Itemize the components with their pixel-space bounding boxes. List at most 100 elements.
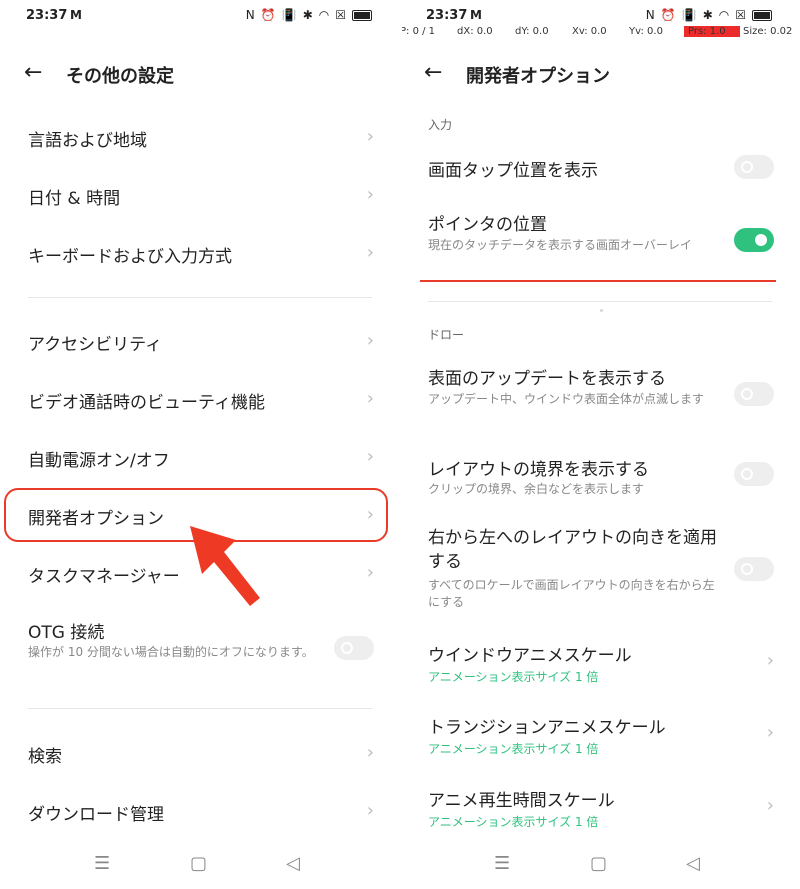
- page-header: ← その他の設定: [0, 56, 400, 92]
- toggle-knob: [741, 388, 753, 400]
- settings-item-accessibility[interactable]: アクセシビリティ ›: [0, 330, 400, 355]
- sim-icon: ☒: [335, 8, 346, 22]
- animator-duration-value: アニメーション表示サイズ 1 倍: [428, 815, 599, 829]
- settings-item-date-time[interactable]: 日付 & 時間 ›: [0, 184, 400, 209]
- otg-toggle[interactable]: [334, 636, 374, 660]
- status-bar: 23:37 M N ⏰ 📳 ✱ ◠ ☒: [26, 8, 372, 28]
- chevron-right-icon[interactable]: ›: [767, 795, 774, 816]
- pointer-yv: Yv: 0.0: [629, 26, 663, 37]
- chevron-right-icon: ›: [366, 562, 374, 583]
- pointer-location-overlay: P: 0 / 1 dX: 0.0 dY: 0.0 Xv: 0.0 Yv: 0.0…: [400, 26, 800, 40]
- settings-item-label: ダウンロード管理: [28, 805, 164, 825]
- app-logo-icon: M: [70, 8, 82, 22]
- surface-updates-description: アップデート中、ウインドウ表面全体が点滅します: [428, 392, 705, 406]
- status-time: 23:37: [26, 8, 68, 23]
- pointer-pressure: Prs: 1.0: [684, 26, 740, 37]
- layout-bounds-description: クリップの境界、余白などを表示します: [428, 482, 645, 496]
- show-taps-label: 画面タップ位置を表示: [428, 161, 598, 181]
- section-divider: [28, 708, 372, 709]
- page-title: その他の設定: [66, 66, 174, 87]
- pointer-location-description: 現在のタッチデータを表示する画面オーバーレイ: [428, 238, 692, 252]
- app-logo-icon: M: [470, 8, 482, 22]
- pointer-dx: dX: 0.0: [457, 26, 493, 37]
- settings-item-keyboard[interactable]: キーボードおよび入力方式 ›: [0, 242, 400, 267]
- settings-item-downloads[interactable]: ダウンロード管理 ›: [0, 800, 400, 825]
- navigation-bar: ☰ ▢ ◁: [0, 853, 400, 877]
- window-animation-value: アニメーション表示サイズ 1 倍: [428, 670, 599, 684]
- scroll-indicator: [600, 309, 603, 312]
- status-time: 23:37: [426, 8, 468, 23]
- toggle-knob: [341, 642, 353, 654]
- layout-bounds-toggle[interactable]: [734, 462, 774, 486]
- screen-separator: [398, 0, 402, 889]
- animator-duration-label: アニメ再生時間スケール: [428, 791, 615, 811]
- rtl-layout-description: すべてのロケールで画面レイアウトの向きを右から左にする: [428, 578, 715, 609]
- toggle-knob: [741, 161, 753, 173]
- layout-bounds-label: レイアウトの境界を表示する: [428, 460, 649, 480]
- pointer-location-label: ポインタの位置: [428, 215, 547, 235]
- settings-item-label: OTG 接続: [28, 623, 105, 643]
- battery-icon: [752, 9, 772, 21]
- pointer-dy: dY: 0.0: [515, 26, 549, 37]
- wifi-icon: ◠: [318, 8, 330, 22]
- surface-updates-toggle[interactable]: [734, 382, 774, 406]
- back-icon[interactable]: ◁: [686, 853, 700, 874]
- pointer-xv: Xv: 0.0: [572, 26, 607, 37]
- settings-item-label: 言語および地域: [28, 131, 147, 151]
- battery-icon: [352, 9, 372, 21]
- settings-item-search[interactable]: 検索 ›: [0, 742, 400, 767]
- transition-animation-label: トランジションアニメスケール: [428, 718, 666, 738]
- settings-item-label: ビデオ通話時のビューティ機能: [28, 393, 265, 413]
- chevron-right-icon[interactable]: ›: [767, 650, 774, 671]
- alarm-icon: ⏰: [660, 8, 676, 22]
- section-divider: [428, 301, 772, 302]
- status-icons: N ⏰ 📳 ✱ ◠ ☒: [246, 8, 372, 22]
- settings-item-task-manager[interactable]: タスクマネージャー ›: [0, 562, 400, 587]
- chevron-right-icon: ›: [366, 388, 374, 409]
- right-screen: 23:37 M N ⏰ 📳 ✱ ◠ ☒ P: 0 / 1 dX: 0.0 dY:…: [400, 0, 800, 889]
- nfc-icon: N: [645, 8, 655, 22]
- bluetooth-icon: ✱: [302, 8, 313, 22]
- left-screen: 23:37 M N ⏰ 📳 ✱ ◠ ☒ ← その他の設定 言語および地域 › 日…: [0, 0, 400, 889]
- toggle-knob: [741, 563, 753, 575]
- page-title: 開発者オプション: [466, 66, 610, 87]
- chevron-right-icon[interactable]: ›: [767, 722, 774, 743]
- chevron-right-icon: ›: [366, 184, 374, 205]
- settings-item-description: 操作が 10 分間ない場合は自動的にオフになります。: [28, 645, 314, 659]
- pointer-size: Size: 0.02: [743, 26, 793, 37]
- chevron-right-icon: ›: [366, 800, 374, 821]
- annotation-underline: [420, 280, 776, 282]
- home-icon[interactable]: ▢: [190, 853, 207, 874]
- chevron-right-icon: ›: [366, 742, 374, 763]
- status-icons: N ⏰ 📳 ✱ ◠ ☒: [646, 8, 772, 22]
- back-arrow-icon[interactable]: ←: [24, 60, 42, 85]
- nfc-icon: N: [245, 8, 255, 22]
- toggle-knob: [755, 234, 767, 246]
- chevron-right-icon: ›: [366, 242, 374, 263]
- home-icon[interactable]: ▢: [590, 853, 607, 874]
- status-bar: 23:37 M N ⏰ 📳 ✱ ◠ ☒: [426, 8, 772, 28]
- menu-icon[interactable]: ☰: [94, 853, 110, 874]
- window-animation-label: ウインドウアニメスケール: [428, 646, 632, 666]
- page-header: ← 開発者オプション: [400, 56, 800, 92]
- menu-icon[interactable]: ☰: [494, 853, 510, 874]
- rtl-layout-toggle[interactable]: [734, 557, 774, 581]
- vibrate-icon: 📳: [281, 8, 297, 22]
- wifi-icon: ◠: [718, 8, 730, 22]
- back-icon[interactable]: ◁: [286, 853, 300, 874]
- settings-item-language[interactable]: 言語および地域 ›: [0, 126, 400, 151]
- back-arrow-icon[interactable]: ←: [424, 60, 442, 85]
- toggle-knob: [741, 468, 753, 480]
- chevron-right-icon: ›: [366, 446, 374, 467]
- surface-updates-label: 表面のアップデートを表示する: [428, 369, 666, 389]
- bluetooth-icon: ✱: [702, 8, 713, 22]
- navigation-bar: ☰ ▢ ◁: [400, 853, 800, 877]
- show-taps-toggle[interactable]: [734, 155, 774, 179]
- settings-item-video-beauty[interactable]: ビデオ通話時のビューティ機能 ›: [0, 388, 400, 413]
- section-header-draw: ドロー: [428, 328, 465, 342]
- vibrate-icon: 📳: [681, 8, 697, 22]
- settings-item-label: 自動電源オン/オフ: [28, 451, 170, 471]
- sim-icon: ☒: [735, 8, 746, 22]
- pointer-location-toggle[interactable]: [734, 228, 774, 252]
- settings-item-auto-power[interactable]: 自動電源オン/オフ ›: [0, 446, 400, 471]
